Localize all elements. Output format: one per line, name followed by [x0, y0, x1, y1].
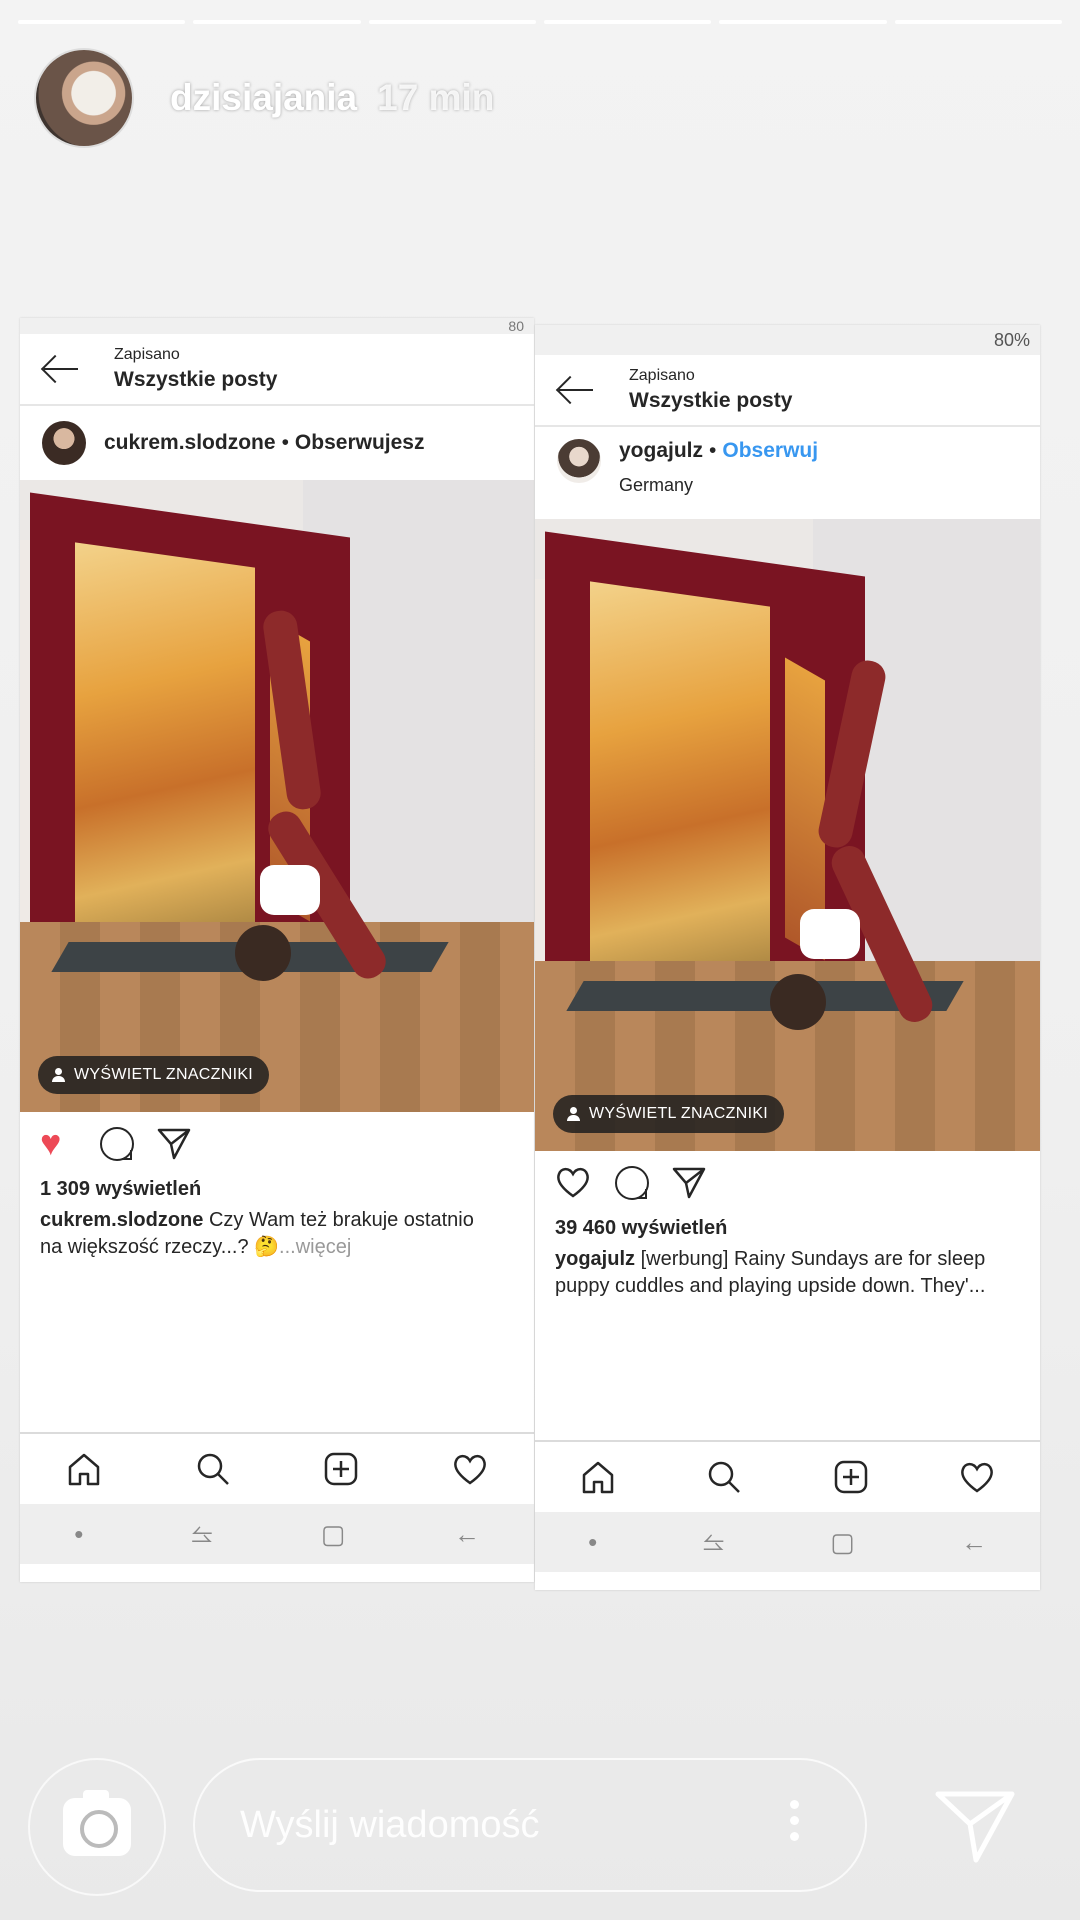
saved-header: Zapisano Wszystkie posty — [20, 334, 534, 406]
saved-label: Zapisano — [114, 346, 180, 363]
story-username[interactable]: dzisiajania — [170, 77, 357, 119]
message-input[interactable] — [193, 1758, 867, 1892]
send-icon[interactable] — [671, 1164, 707, 1200]
heart-icon[interactable] — [452, 1451, 488, 1487]
post-username[interactable]: yogajulz — [619, 439, 703, 463]
post-actions — [535, 1151, 1040, 1213]
screenshot-left: 80 Zapisano Wszystkie posty cukrem.slodz… — [20, 318, 534, 1582]
post-location[interactable]: Germany — [619, 475, 693, 496]
status-bar: 80% — [535, 325, 1040, 355]
post-header: cukrem.slodzone • Obserwujesz — [20, 406, 534, 480]
back-icon[interactable]: ← — [961, 1527, 987, 1558]
more-link[interactable]: ...więcej — [279, 1236, 351, 1258]
page-title: Wszystkie posty — [629, 389, 793, 412]
person-icon — [52, 1068, 65, 1082]
search-icon[interactable] — [195, 1451, 231, 1487]
person-icon — [567, 1107, 580, 1121]
more-dots-icon[interactable] — [790, 1800, 800, 1848]
post-photo[interactable]: WYŚWIETL ZNACZNIKI — [535, 519, 1040, 1151]
post-photo[interactable]: WYŚWIETL ZNACZNIKI — [20, 480, 534, 1112]
page-title: Wszystkie posty — [114, 368, 278, 391]
home-icon[interactable] — [66, 1451, 102, 1487]
progress-segment — [368, 20, 536, 24]
post-username[interactable]: cukrem.slodzone — [104, 431, 276, 455]
follow-button[interactable]: Obserwuj — [722, 439, 818, 463]
home-icon[interactable] — [580, 1459, 616, 1495]
recent-apps-icon[interactable]: ⥦ — [192, 1518, 213, 1550]
home-square-icon[interactable]: ▢ — [830, 1527, 855, 1558]
back-arrow-icon[interactable] — [557, 375, 597, 405]
post-header: yogajulz • Obserwuj Germany — [535, 427, 1040, 519]
camera-icon — [63, 1790, 131, 1856]
battery-level: 80% — [993, 329, 1030, 350]
post-actions: ♥ — [20, 1112, 534, 1174]
recent-apps-icon[interactable]: ⥦ — [703, 1526, 724, 1558]
progress-segment — [719, 20, 887, 24]
comment-icon[interactable] — [613, 1164, 649, 1200]
show-tags-button[interactable]: WYŚWIETL ZNACZNIKI — [38, 1056, 270, 1094]
back-icon[interactable]: ← — [454, 1519, 480, 1550]
show-tags-label: WYŚWIETL ZNACZNIKI — [589, 1105, 769, 1122]
system-nav: • ⥦ ▢ ← — [20, 1504, 534, 1564]
saved-label: Zapisano — [629, 367, 695, 384]
view-count[interactable]: 1 309 wyświetleń — [20, 1178, 534, 1201]
screenshot-right: 80% Zapisano Wszystkie posty yogajulz • … — [535, 325, 1040, 1590]
progress-segment — [543, 20, 712, 24]
battery-level: 80 — [508, 318, 524, 334]
heart-icon[interactable]: ♥ — [40, 1125, 76, 1161]
avatar[interactable] — [36, 50, 132, 146]
heart-icon[interactable] — [959, 1459, 995, 1495]
camera-button[interactable] — [28, 1758, 166, 1896]
story-progress — [18, 20, 1062, 24]
reply-bar — [0, 1740, 1080, 1920]
add-icon[interactable] — [833, 1459, 869, 1495]
caption-text: [werbung] Rainy Sundays are for sleep — [635, 1248, 986, 1270]
following-label[interactable]: Obserwujesz — [295, 431, 425, 455]
search-icon[interactable] — [706, 1459, 742, 1495]
story-time: 17 min — [377, 77, 495, 118]
back-arrow-icon[interactable] — [42, 354, 82, 384]
avatar[interactable] — [42, 421, 86, 465]
progress-segment — [18, 20, 186, 24]
caption: yogajulz [werbung] Rainy Sundays are for… — [535, 1246, 1040, 1300]
status-bar: 80 — [20, 318, 534, 334]
show-tags-label: WYŚWIETL ZNACZNIKI — [74, 1066, 254, 1083]
comment-icon[interactable] — [98, 1125, 134, 1161]
bottom-nav — [535, 1440, 1040, 1512]
bottom-nav — [20, 1432, 534, 1504]
caption-username[interactable]: cukrem.slodzone — [40, 1209, 203, 1231]
send-icon[interactable] — [930, 1780, 1020, 1870]
avatar[interactable] — [557, 439, 601, 483]
story-header[interactable]: dzisiajania 17 min — [36, 50, 494, 146]
heart-icon[interactable] — [555, 1164, 591, 1200]
dot-icon[interactable]: • — [74, 1519, 83, 1550]
separator-dot: • — [709, 439, 717, 462]
caption-text: Czy Wam też brakuje ostatnio — [203, 1209, 474, 1231]
dot-icon[interactable]: • — [588, 1527, 597, 1558]
separator-dot: • — [281, 431, 289, 454]
add-icon[interactable] — [323, 1451, 359, 1487]
view-count[interactable]: 39 460 wyświetleń — [535, 1217, 1040, 1240]
home-square-icon[interactable]: ▢ — [321, 1519, 346, 1550]
progress-segment — [894, 20, 1062, 24]
caption: cukrem.slodzone Czy Wam też brakuje osta… — [20, 1207, 534, 1261]
caption-text: puppy cuddles and playing upside down. T… — [555, 1275, 986, 1297]
send-icon[interactable] — [156, 1125, 192, 1161]
system-nav: • ⥦ ▢ ← — [535, 1512, 1040, 1572]
progress-segment — [193, 20, 361, 24]
caption-text: na większość rzeczy...? 🤔 — [40, 1236, 280, 1258]
saved-header: Zapisano Wszystkie posty — [535, 355, 1040, 427]
show-tags-button[interactable]: WYŚWIETL ZNACZNIKI — [553, 1095, 785, 1133]
caption-username[interactable]: yogajulz — [555, 1248, 635, 1270]
